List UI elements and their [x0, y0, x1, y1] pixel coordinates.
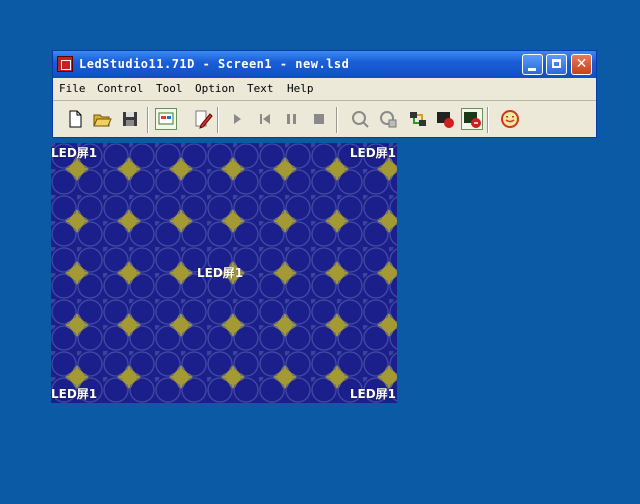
- menu-file[interactable]: File: [59, 82, 86, 95]
- maximize-icon: [552, 59, 561, 68]
- step-back-icon[interactable]: [254, 108, 276, 130]
- open-folder-icon[interactable]: [91, 108, 113, 130]
- screen-label-bottom-left: LED屏1: [51, 387, 98, 401]
- connect-icon[interactable]: [407, 108, 429, 130]
- toolbar-separator: [217, 107, 219, 133]
- title-bar[interactable]: LedStudio11.71D - Screen1 - new.lsd ✕: [53, 51, 596, 78]
- toolbar-separator: [147, 107, 149, 133]
- toolbar: [53, 101, 596, 137]
- display-on-icon[interactable]: [461, 108, 483, 130]
- menu-option[interactable]: Option: [195, 82, 235, 95]
- led-screen-canvas[interactable]: LED屏1 LED屏1 LED屏1 LED屏1 LED屏1: [51, 143, 397, 403]
- menu-help[interactable]: Help: [287, 82, 314, 95]
- stop-icon[interactable]: [308, 108, 330, 130]
- maximize-button[interactable]: [546, 54, 567, 75]
- screen-label-top-right: LED屏1: [349, 146, 396, 160]
- screen-label-top-left: LED屏1: [51, 146, 98, 160]
- minimize-icon: [528, 68, 536, 71]
- play-icon[interactable]: [226, 108, 248, 130]
- find-card-icon[interactable]: [377, 108, 399, 130]
- minimize-button[interactable]: [522, 54, 543, 75]
- screen-setup-icon[interactable]: [155, 108, 177, 130]
- edit-pen-icon[interactable]: [192, 108, 214, 130]
- menu-text[interactable]: Text: [247, 82, 274, 95]
- close-button[interactable]: ✕: [571, 54, 592, 75]
- screen-label-bottom-right: LED屏1: [349, 387, 396, 401]
- save-icon[interactable]: [119, 108, 141, 130]
- face-icon[interactable]: [499, 108, 521, 130]
- menu-control[interactable]: Control: [97, 82, 143, 95]
- app-logo-icon: [57, 56, 73, 72]
- toolbar-separator: [336, 107, 338, 133]
- window-title: LedStudio11.71D - Screen1 - new.lsd: [79, 57, 350, 71]
- menu-tool[interactable]: Tool: [156, 82, 183, 95]
- screen-label-center: LED屏1: [197, 266, 244, 280]
- menu-bar: File Control Tool Option Text Help: [53, 78, 596, 101]
- toolbar-separator: [487, 107, 489, 133]
- find-screen-icon[interactable]: [349, 108, 371, 130]
- display-off-icon[interactable]: [434, 108, 456, 130]
- pause-icon[interactable]: [281, 108, 303, 130]
- app-window: LedStudio11.71D - Screen1 - new.lsd ✕ Fi…: [52, 50, 597, 138]
- close-icon: ✕: [575, 56, 588, 72]
- new-file-icon[interactable]: [64, 108, 86, 130]
